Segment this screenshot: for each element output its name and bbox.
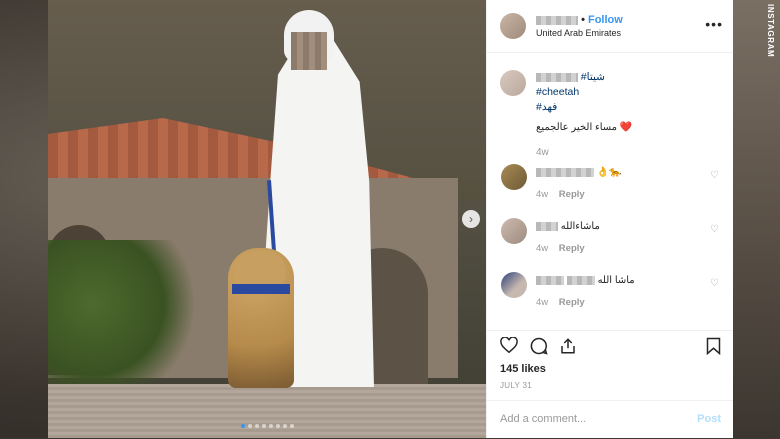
commenter-name-redacted[interactable] <box>566 275 595 285</box>
like-comment-heart-icon[interactable]: ♡ <box>710 170 719 181</box>
commenter-name-redacted[interactable] <box>536 167 594 177</box>
instagram-watermark: INSTAGRAM <box>766 4 775 58</box>
bookmark-icon[interactable] <box>706 337 721 355</box>
post-location[interactable]: United Arab Emirates <box>536 28 621 38</box>
comment-row: ماشاءالله 4w Reply ♡ <box>487 218 733 270</box>
carousel-dot[interactable] <box>254 424 259 428</box>
comment-meta: 4w Reply <box>536 243 585 254</box>
post-actions: 145 likes JULY 31 <box>487 330 733 401</box>
comment-body: ماشاءالله <box>560 221 600 232</box>
carousel-next-button[interactable]: › <box>462 210 480 228</box>
comment-time[interactable]: 4w <box>536 297 548 308</box>
carousel-dot[interactable] <box>275 424 280 428</box>
caption-avatar[interactable] <box>500 70 526 96</box>
reply-button[interactable]: Reply <box>559 243 585 254</box>
commenter-avatar[interactable] <box>501 164 527 190</box>
blurred-background-right <box>732 0 780 438</box>
commenter-avatar[interactable] <box>501 272 527 298</box>
caption-time[interactable]: 4w <box>536 147 549 158</box>
carousel-dots <box>48 424 486 428</box>
caption-author-redacted[interactable] <box>536 72 578 82</box>
comment-text: 👌🐆 <box>536 167 622 178</box>
comment-text: ماشا الله <box>536 275 635 286</box>
author-line: • Follow <box>536 14 623 26</box>
comment-time[interactable]: 4w <box>536 243 548 254</box>
comment-body: ماشا الله <box>597 275 635 286</box>
header-separator: • <box>581 14 585 26</box>
carousel-dot[interactable] <box>282 424 287 428</box>
photo-harness <box>232 284 290 294</box>
author-avatar[interactable] <box>500 13 526 39</box>
carousel-dot[interactable] <box>240 424 245 428</box>
share-icon[interactable] <box>559 337 577 355</box>
author-name-redacted[interactable] <box>536 15 578 25</box>
comment-meta: 4w Reply <box>536 297 585 308</box>
comment-icon[interactable] <box>530 337 548 355</box>
comment-body: 👌🐆 <box>596 167 622 178</box>
reply-button[interactable]: Reply <box>559 297 585 308</box>
commenter-name-redacted[interactable] <box>536 221 558 231</box>
hashtag-link[interactable]: #cheetah <box>536 86 579 98</box>
red-heart-emoji: ❤️ <box>619 122 633 133</box>
reply-button[interactable]: Reply <box>559 189 585 200</box>
hashtag-link[interactable]: #شيتا <box>581 71 605 83</box>
comment-row: 👌🐆 4w Reply ♡ <box>487 164 733 216</box>
heart-icon[interactable] <box>500 337 518 353</box>
photo-tree <box>48 240 198 400</box>
comment-row: ماشا الله 4w Reply ♡ <box>487 272 733 324</box>
likes-count[interactable]: 145 likes <box>500 363 546 375</box>
add-comment-input[interactable]: Add a comment... <box>500 413 586 425</box>
carousel-dot[interactable] <box>268 424 273 428</box>
hashtag-link[interactable]: #فهد <box>536 101 557 113</box>
photo-floor <box>48 384 486 438</box>
carousel-dot[interactable] <box>289 424 294 428</box>
comment-text: ماشاءالله <box>536 221 600 232</box>
commenter-name-redacted[interactable] <box>536 275 564 285</box>
comment-meta: 4w Reply <box>536 189 585 200</box>
more-options-icon[interactable]: ••• <box>705 16 723 32</box>
carousel-dot[interactable] <box>247 424 252 428</box>
post-comment-button[interactable]: Post <box>697 413 721 425</box>
post-side-panel: • Follow United Arab Emirates ••• #شيتا … <box>486 0 733 438</box>
follow-button[interactable]: Follow <box>588 14 623 26</box>
photo-face-blur <box>291 32 327 70</box>
caption-message: مساء الخير عالجميع <box>536 122 618 133</box>
post-header: • Follow United Arab Emirates ••• <box>487 0 733 53</box>
post-photo[interactable] <box>48 0 486 438</box>
add-comment-bar: Add a comment... Post <box>487 400 733 439</box>
post-date[interactable]: JULY 31 <box>500 381 532 390</box>
caption-hashtags: #شيتا #cheetah #فهد <box>536 70 605 115</box>
like-comment-heart-icon[interactable]: ♡ <box>710 224 719 235</box>
like-comment-heart-icon[interactable]: ♡ <box>710 278 719 289</box>
commenter-avatar[interactable] <box>501 218 527 244</box>
caption-text: مساء الخير عالجميع ❤️ <box>536 122 632 133</box>
comments-section[interactable]: #شيتا #cheetah #فهد مساء الخير عالجميع ❤… <box>487 52 733 330</box>
comment-time[interactable]: 4w <box>536 189 548 200</box>
carousel-dot[interactable] <box>261 424 266 428</box>
